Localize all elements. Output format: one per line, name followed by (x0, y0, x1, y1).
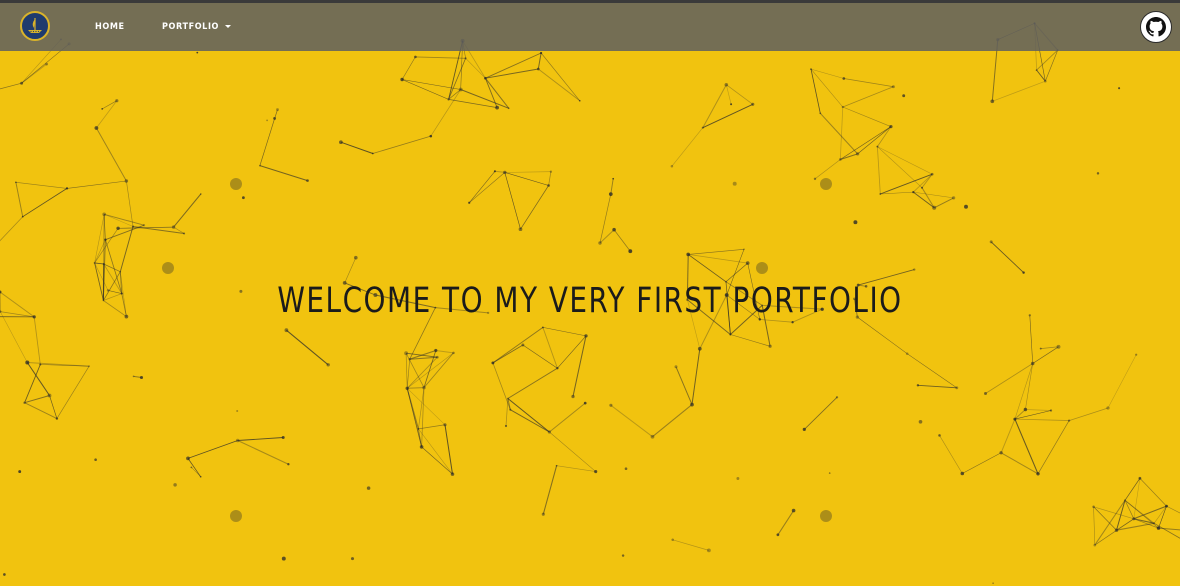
navbar: HOME PORTFOLIO (0, 0, 1180, 51)
network-blur-spots (162, 178, 832, 522)
nav-portfolio-label: PORTFOLIO (162, 22, 220, 32)
github-octocat-icon[interactable] (1140, 11, 1172, 43)
caret-down-icon (225, 25, 232, 28)
nav-home-link[interactable]: HOME (95, 22, 125, 32)
nav-portfolio-dropdown[interactable]: PORTFOLIO (162, 22, 232, 32)
page-title: WELCOME TO MY VERY FIRST PORTFOLIO (277, 280, 903, 322)
nav-home-label: HOME (95, 22, 125, 32)
ship-logo-icon[interactable] (20, 11, 50, 41)
